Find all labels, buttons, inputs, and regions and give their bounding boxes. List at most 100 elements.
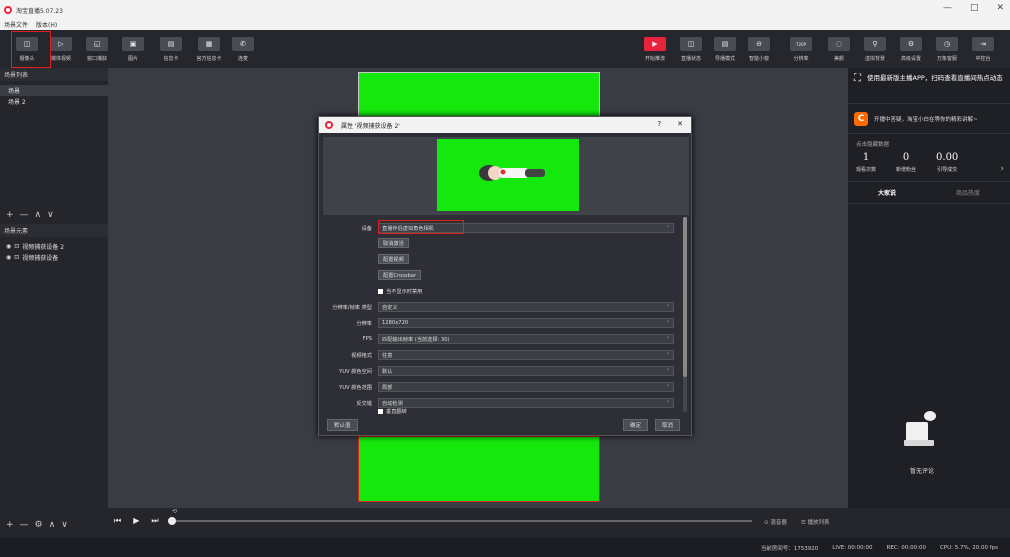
toolbar-button-settings[interactable]: ⚙ 高级设置 (896, 33, 926, 65)
ok-button[interactable]: 确定 (623, 419, 649, 431)
loop-icon[interactable]: ⟲ (172, 508, 177, 515)
toolbar-label: 图片 (127, 56, 138, 62)
toolbar-button-resolution[interactable]: 720P 分辨率 (786, 33, 816, 65)
source-item[interactable]: ◉ ⊡ 视频捕获设备 2 (0, 241, 108, 252)
toolbar-button-camera[interactable]: ◫ 摄像头 (12, 33, 42, 65)
property-select[interactable]: 1280x720 (378, 318, 674, 328)
next-icon[interactable]: ⏭ (151, 516, 158, 526)
lock-icon[interactable]: ⊡ (14, 254, 19, 261)
move-down-icon[interactable]: ∨ (61, 520, 68, 530)
property-select[interactable]: 匹配输出帧率 (当前选择: 30) (378, 334, 674, 344)
menu-bar: 场景文件 版本(H) (0, 18, 1010, 30)
image-icon: ▣ (122, 37, 144, 51)
gear-icon[interactable]: ⚙ (35, 520, 43, 530)
source-item[interactable]: ◉ ⊡ 视频捕获设备 (0, 252, 108, 263)
toolbar-label: 媒体视频 (50, 56, 71, 62)
tab-mixer[interactable]: ⊙ 混音器 (764, 518, 787, 526)
scene-item[interactable]: 场景 2 (0, 96, 108, 107)
phone-icon: ✆ (232, 37, 254, 51)
help-text: 开播中答疑，淘宝小白在等你的精彩讲解~ (874, 116, 978, 123)
move-up-icon[interactable]: ∧ (49, 520, 56, 530)
eye-icon[interactable]: ◉ (6, 243, 11, 250)
tab-playlist[interactable]: ☰ 播放列表 (801, 518, 830, 526)
toolbar-button-start-stream[interactable]: ▶ 开始推流 (640, 33, 670, 65)
previous-icon[interactable]: ⏮ (114, 516, 121, 526)
property-select[interactable]: 默认 (378, 366, 674, 376)
move-down-icon[interactable]: ∨ (47, 210, 54, 220)
toolbar-label: 高级设置 (900, 56, 921, 62)
avatar-figure-icon (479, 165, 545, 181)
live-timer: LIVE: 00:00:00 (832, 544, 873, 551)
property-select[interactable]: 直播伴侣虚拟角色相机 (378, 223, 674, 233)
property-select[interactable]: 自定义 (378, 302, 674, 312)
deactivate-button[interactable]: 取消激活 (378, 238, 409, 248)
toolbar-button-card[interactable]: ▤ 信息卡 (156, 33, 186, 65)
toolbar-label: 连麦 (237, 56, 248, 62)
scrollbar-thumb[interactable] (683, 217, 687, 377)
configure-crossbar-button[interactable]: 配置Crossbar (378, 270, 422, 280)
add-source-button[interactable]: + (6, 520, 14, 530)
tab-product-heat[interactable]: 商品热度 (956, 188, 980, 197)
chevron-right-icon[interactable]: › (1000, 164, 1004, 174)
minimize-icon[interactable]: — (943, 3, 952, 13)
add-scene-button[interactable]: + (6, 210, 14, 220)
checkbox-box[interactable] (378, 288, 383, 294)
help-icon[interactable]: ? (657, 120, 661, 128)
stats-row: 1 观看次数 0 新增粉丝 0.00 引导成交 › (848, 150, 1010, 175)
settings-icon: ⚙ (900, 37, 922, 51)
toolbar-button-phone[interactable]: ✆ 连麦 (228, 33, 258, 65)
tab-comments[interactable]: 大家说 (878, 188, 896, 197)
help-banner[interactable]: C 开播中答疑，淘宝小白在等你的精彩讲解~ (848, 104, 1010, 134)
toolbar-button-official-card[interactable]: ▦ 官方信息卡 (194, 33, 224, 65)
defaults-button[interactable]: 默认值 (327, 419, 358, 431)
toolbar-button-director[interactable]: ▤ 导播模式 (710, 33, 740, 65)
property-select[interactable]: 自动检测 (378, 398, 674, 408)
stat-label: 观看次数 (856, 167, 877, 173)
configure-video-button[interactable]: 配置视频 (378, 254, 409, 264)
property-select[interactable]: 任意 (378, 350, 674, 360)
empty-comments-icon (904, 411, 936, 446)
toolbar-label: 开始推流 (644, 56, 665, 62)
eye-icon[interactable]: ◉ (6, 254, 11, 261)
toolbar-button-service[interactable]: ◷ 万象客服 (932, 33, 962, 65)
toolbar: ◫ 摄像头 ▷ 媒体视频 ◱ 窗口捕获 ▣ 图片 ▤ 信息卡 ▦ 官方信息卡 ✆ 连麦 ▶ 开始推流 ◫ 直播状态… (0, 30, 1010, 68)
toolbar-button-play[interactable]: ▷ 媒体视频 (46, 33, 76, 65)
menu-version[interactable]: 版本(H) (36, 20, 57, 29)
property-select[interactable]: 局部 (378, 382, 674, 392)
toolbar-button-beauty[interactable]: ◌ 美颜 (824, 33, 854, 65)
dialog-title: 属性 '视频捕获设备 2' (341, 122, 400, 130)
promo-banner[interactable]: ⛶ 使用最新版主播APP，扫码查看直播间热点动态 (848, 68, 1010, 104)
cancel-button[interactable]: 取消 (655, 419, 681, 431)
app-title: 淘宝直播5.07.23 (16, 7, 63, 15)
disable-when-hidden-checkbox[interactable]: 当不显示时禁用 (378, 287, 422, 295)
remove-source-button[interactable]: — (20, 520, 29, 530)
toolbar-button-image[interactable]: ▣ 图片 (118, 33, 148, 65)
menu-scene-file[interactable]: 场景文件 (4, 20, 28, 29)
toolbar-button-mini-window[interactable]: ⊖ 智能小窗 (744, 33, 774, 65)
toolbar-label: 虚拟背景 (864, 56, 885, 62)
toolbar-button-window[interactable]: ◱ 窗口捕获 (82, 33, 112, 65)
close-icon[interactable]: ✕ (996, 3, 1004, 13)
toolbar-button-status[interactable]: ◫ 直播状态 (676, 33, 706, 65)
progress-knob[interactable] (168, 517, 176, 525)
toolbar-button-virtual-bg[interactable]: ⚲ 虚拟背景 (860, 33, 890, 65)
lock-icon[interactable]: ⊡ (14, 243, 19, 250)
play-icon[interactable]: ▶ (133, 516, 139, 526)
checkbox-box[interactable] (378, 408, 383, 414)
stats-title[interactable]: 点击隐藏数据 (848, 134, 1010, 150)
empty-comments-text: 暂无评论 (910, 468, 935, 475)
scene-item[interactable]: 场景 (0, 85, 108, 96)
toolbar-button-console[interactable]: ⇥ 中控台 (968, 33, 998, 65)
move-up-icon[interactable]: ∧ (35, 210, 42, 220)
properties-dialog: 属性 '视频捕获设备 2' ?✕ 设备直播伴侣虚拟角色相机分辨率/帧率 类型自定… (318, 116, 692, 436)
green-screen-bottom[interactable] (358, 436, 600, 502)
remove-scene-button[interactable]: — (20, 210, 29, 220)
maximize-icon[interactable]: □ (970, 3, 979, 13)
close-icon[interactable]: ✕ (677, 120, 683, 128)
green-screen-top[interactable] (358, 72, 600, 120)
room-number: 当前房间号：1753920 (760, 545, 819, 552)
progress-bar[interactable] (168, 517, 752, 525)
property-label: 分辨率/帧率 类型 (332, 304, 372, 311)
vertical-flip-checkbox[interactable]: 垂直翻转 (378, 407, 407, 415)
dialog-scrollbar[interactable] (683, 217, 687, 412)
